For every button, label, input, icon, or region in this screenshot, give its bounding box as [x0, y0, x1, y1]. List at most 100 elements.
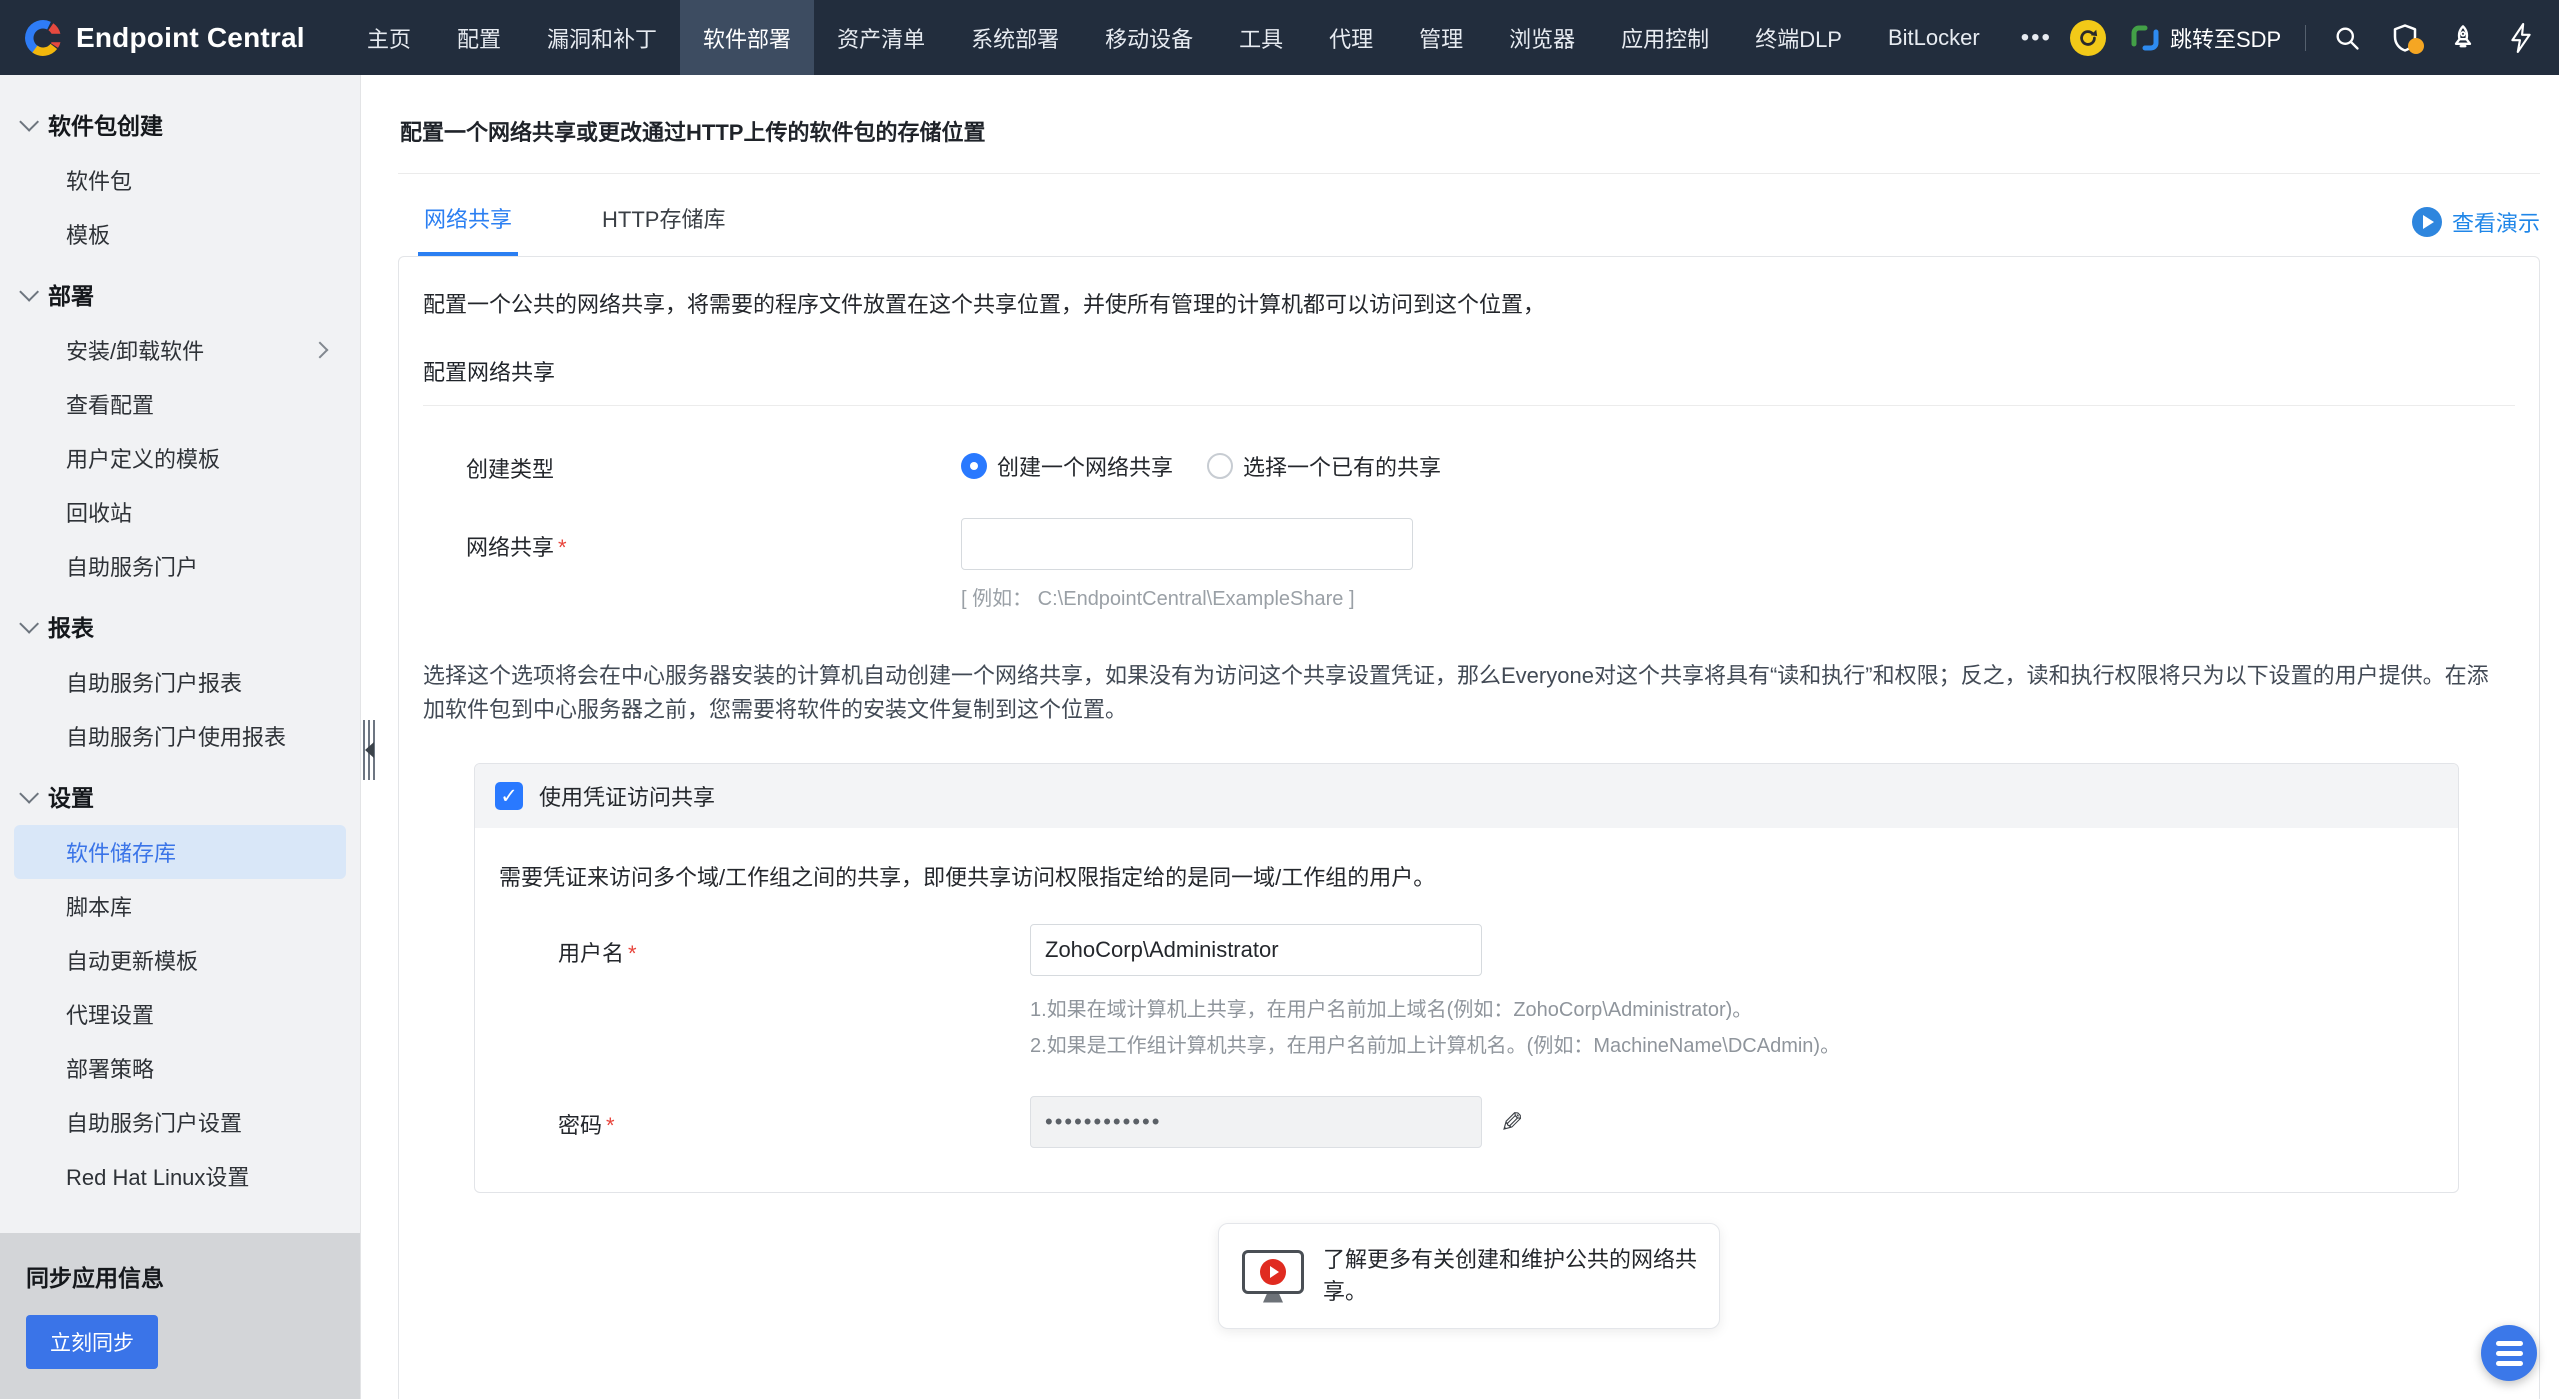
sidebar-item-script-repository[interactable]: 脚本库	[14, 879, 346, 933]
radio-choose-existing-share[interactable]: 选择一个已有的共享	[1207, 450, 1441, 482]
create-type-row: 创建类型 创建一个网络共享 选择一个已有的共享	[399, 440, 2539, 484]
sidebar-section-deployment[interactable]: 部署	[0, 261, 360, 323]
nav-item-tools[interactable]: 工具	[1216, 0, 1306, 75]
network-share-row: 网络共享* [ 例如： C:\EndpointCentral\ExampleSh…	[399, 518, 2539, 611]
password-field-wrap: ✎	[1030, 1096, 1523, 1148]
radio-unselected-icon[interactable]	[1207, 453, 1233, 479]
sidebar-item-packages[interactable]: 软件包	[14, 153, 346, 207]
nav-item-software-deployment[interactable]: 软件部署	[680, 0, 814, 75]
credentials-header: ✓ 使用凭证访问共享	[475, 764, 2458, 828]
brand[interactable]: Endpoint Central	[24, 19, 314, 57]
chevron-down-icon	[19, 784, 39, 804]
nav-item-browsers[interactable]: 浏览器	[1486, 0, 1598, 75]
create-type-label: 创建类型	[466, 440, 961, 484]
sidebar-item-deployment-policies[interactable]: 部署策略	[14, 1041, 346, 1095]
tab-network-share[interactable]: 网络共享	[418, 202, 518, 256]
main-nav: 主页 配置 漏洞和补丁 软件部署 资产清单 系统部署 移动设备 工具 代理 管理…	[344, 0, 2070, 75]
sidebar-item-ssp-reports[interactable]: 自助服务门户报表	[14, 655, 346, 709]
sidebar-item-self-service-portal[interactable]: 自助服务门户	[14, 539, 346, 593]
nav-item-admin[interactable]: 管理	[1396, 0, 1486, 75]
section-title: 软件包创建	[48, 107, 163, 141]
nav-item-agent[interactable]: 代理	[1306, 0, 1396, 75]
whats-new-rocket-icon[interactable]	[2446, 21, 2480, 55]
label-text: 密码	[558, 1113, 602, 1138]
page-title: 配置一个网络共享或更改通过HTTP上传的软件包的存储位置	[398, 75, 2540, 174]
required-asterisk: *	[606, 1113, 615, 1138]
sidebar-item-view-configurations[interactable]: 查看配置	[14, 377, 346, 431]
chevron-down-icon	[19, 614, 39, 634]
view-demo-link[interactable]: 查看演示	[2412, 206, 2540, 252]
username-input[interactable]	[1030, 924, 1482, 976]
topbar-actions: 跳转至SDP	[2070, 17, 2559, 59]
sync-panel-title: 同步应用信息	[26, 1259, 334, 1293]
video-monitor-icon	[1241, 1250, 1305, 1303]
create-type-options: 创建一个网络共享 选择一个已有的共享	[961, 440, 1441, 482]
endpoint-central-logo-icon	[24, 19, 62, 57]
search-icon[interactable]	[2330, 21, 2364, 55]
sidebar-item-software-repository[interactable]: 软件储存库	[14, 825, 346, 879]
sidebar-item-ssp-usage-reports[interactable]: 自助服务门户使用报表	[14, 709, 346, 763]
security-shield-icon[interactable]	[2388, 21, 2422, 55]
sidebar-item-agent-settings[interactable]: 代理设置	[14, 987, 346, 1041]
nav-item-home[interactable]: 主页	[344, 0, 434, 75]
nav-item-patch[interactable]: 漏洞和补丁	[524, 0, 680, 75]
sidebar-item-templates[interactable]: 模板	[14, 207, 346, 261]
topbar-divider	[2305, 25, 2306, 51]
sync-now-button[interactable]: 立刻同步	[26, 1315, 158, 1369]
play-icon	[2412, 207, 2442, 237]
section-title: 部署	[48, 277, 94, 311]
chevron-right-icon	[312, 342, 329, 359]
username-notes: 1.如果在域计算机上共享，在用户名前加上域名(例如：ZohoCorp\Admin…	[1030, 992, 1840, 1064]
sidebar-section-reports[interactable]: 报表	[0, 593, 360, 655]
section-title: 报表	[48, 609, 94, 643]
sidebar-nav: 软件包创建 软件包 模板 部署 安装/卸载软件 查看配置 用户定义的模板 回收站…	[0, 75, 360, 1233]
use-credentials-checkbox[interactable]: ✓	[495, 782, 523, 810]
password-input	[1030, 1096, 1482, 1148]
nav-item-configurations[interactable]: 配置	[434, 0, 524, 75]
floating-menu-button[interactable]	[2481, 1325, 2537, 1381]
nav-item-endpoint-dlp[interactable]: 终端DLP	[1732, 0, 1865, 75]
sidebar-section-settings[interactable]: 设置	[0, 763, 360, 825]
sidebar-item-redhat-linux-settings[interactable]: Red Hat Linux设置	[14, 1149, 346, 1203]
video-tip-card[interactable]: 了解更多有关创建和维护公共的网络共享。	[1218, 1223, 1720, 1329]
nav-item-app-control[interactable]: 应用控制	[1598, 0, 1732, 75]
chevron-down-icon	[19, 282, 39, 302]
username-row: 用户名* 1.如果在域计算机上共享，在用户名前加上域名(例如：ZohoCorp\…	[475, 924, 2458, 1064]
sidebar-item-user-defined-templates[interactable]: 用户定义的模板	[14, 431, 346, 485]
nav-more-icon[interactable]: •••	[2003, 0, 2070, 75]
sidebar-item-ssp-settings[interactable]: 自助服务门户设置	[14, 1095, 346, 1149]
configure-share-heading: 配置网络共享	[423, 355, 2515, 406]
jump-to-sdp-link[interactable]: 跳转至SDP	[2130, 22, 2281, 54]
credentials-note: 需要凭证来访问多个域/工作组之间的共享，即便共享访问权限指定给的是同一域/工作组…	[499, 860, 2434, 892]
network-share-label: 网络共享*	[466, 518, 961, 562]
nav-item-os-deployment[interactable]: 系统部署	[948, 0, 1082, 75]
nav-item-inventory[interactable]: 资产清单	[814, 0, 948, 75]
required-asterisk: *	[558, 535, 567, 560]
share-option-description: 选择这个选项将会在中心服务器安装的计算机自动创建一个网络共享，如果没有为访问这个…	[423, 659, 2509, 727]
radio-selected-icon[interactable]	[961, 453, 987, 479]
tab-http-repository[interactable]: HTTP存储库	[596, 202, 731, 256]
sidebar-item-install-uninstall[interactable]: 安装/卸载软件	[14, 323, 346, 377]
chevron-down-icon	[19, 112, 39, 132]
radio-create-network-share[interactable]: 创建一个网络共享	[961, 450, 1173, 482]
panel-intro-text: 配置一个公共的网络共享，将需要的程序文件放置在这个共享位置，并使所有管理的计算机…	[423, 287, 2513, 319]
sync-status-icon[interactable]	[2070, 20, 2106, 56]
username-field-wrap: 1.如果在域计算机上共享，在用户名前加上域名(例如：ZohoCorp\Admin…	[1030, 924, 1840, 1064]
sync-app-info-panel: 同步应用信息 立刻同步	[0, 1233, 360, 1399]
username-label: 用户名*	[558, 924, 1030, 968]
quick-actions-lightning-icon[interactable]	[2504, 21, 2538, 55]
edit-password-pencil-icon[interactable]: ✎	[1500, 1106, 1523, 1139]
network-share-input[interactable]	[961, 518, 1413, 570]
password-row: 密码* ✎	[475, 1096, 2458, 1148]
nav-item-mobile-devices[interactable]: 移动设备	[1082, 0, 1216, 75]
sidebar-item-trash[interactable]: 回收站	[14, 485, 346, 539]
label-text: 网络共享	[466, 535, 554, 560]
nav-item-bitlocker[interactable]: BitLocker	[1865, 0, 2003, 75]
sidebar-item-auto-update-templates[interactable]: 自动更新模板	[14, 933, 346, 987]
brand-title: Endpoint Central	[76, 22, 305, 54]
sidebar: 软件包创建 软件包 模板 部署 安装/卸载软件 查看配置 用户定义的模板 回收站…	[0, 75, 361, 1399]
sidebar-section-package-creation[interactable]: 软件包创建	[0, 91, 360, 153]
view-demo-label: 查看演示	[2452, 206, 2540, 238]
sdp-logo-icon	[2130, 24, 2160, 52]
sidebar-item-label: 安装/卸载软件	[66, 334, 204, 366]
